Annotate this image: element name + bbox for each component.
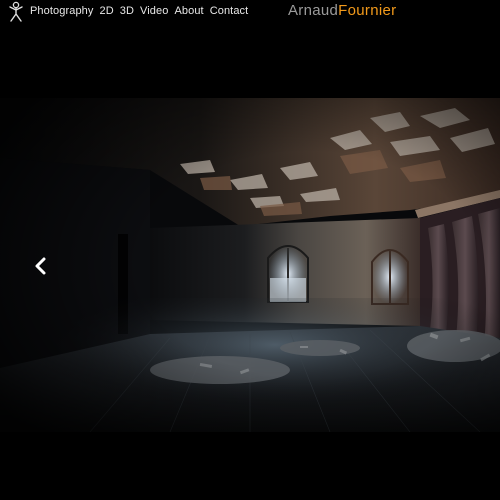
main-nav: Photography 2D 3D Video About Contact — [30, 4, 248, 18]
chevron-left-icon[interactable] — [33, 256, 49, 276]
figure-logo-icon[interactable] — [7, 1, 25, 23]
hero-photo — [0, 98, 500, 432]
nav-about[interactable]: About — [174, 4, 203, 18]
nav-photography[interactable]: Photography — [30, 4, 93, 18]
abandoned-room-image — [0, 98, 500, 432]
nav-video[interactable]: Video — [140, 4, 168, 18]
nav-3d[interactable]: 3D — [120, 4, 134, 18]
nav-2d[interactable]: 2D — [99, 4, 113, 18]
brand-first-name: Arnaud — [288, 2, 339, 19]
site-brand[interactable]: ArnaudFournier — [288, 2, 396, 20]
site-header: Photography 2D 3D Video About Contact Ar… — [0, 0, 500, 26]
nav-contact[interactable]: Contact — [210, 4, 249, 18]
brand-last-name: Fournier — [338, 2, 397, 19]
